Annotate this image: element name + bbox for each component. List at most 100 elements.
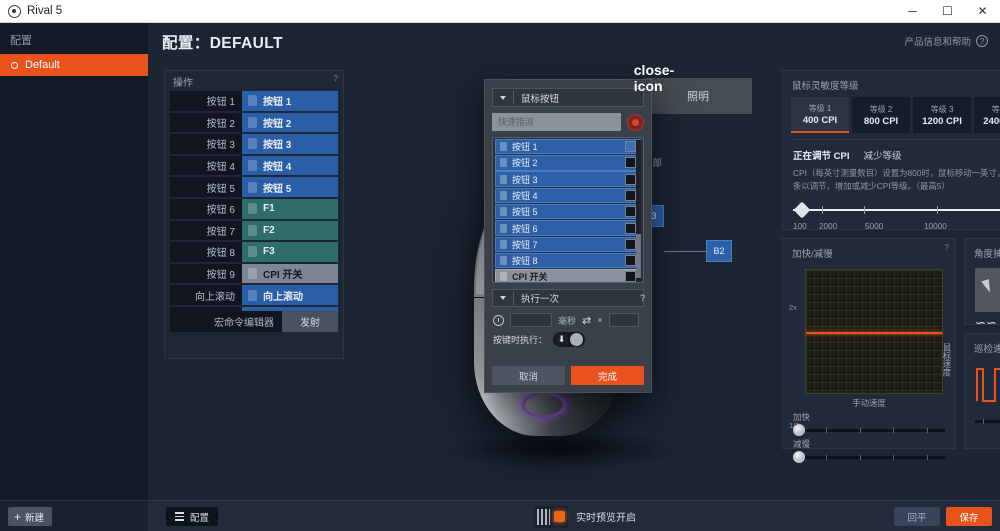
- search-input[interactable]: [492, 113, 621, 131]
- help-badge-icon[interactable]: ?: [334, 74, 338, 83]
- table-row[interactable]: 按钮 5 按钮 5: [170, 177, 338, 197]
- slider-tick: [859, 455, 861, 460]
- list-item[interactable]: 按钮 1: [495, 138, 641, 155]
- action-binding[interactable]: 按钮 1: [242, 91, 338, 111]
- table-row[interactable]: 按钮 3 按钮 3: [170, 134, 338, 154]
- cpi-tab-3[interactable]: 等级 3 1200 CPI: [913, 97, 972, 133]
- scroll-icon: [248, 289, 257, 301]
- help-badge-icon[interactable]: ?: [640, 293, 645, 303]
- slider-thumb[interactable]: [793, 201, 811, 219]
- action-binding[interactable]: 按钮 3: [242, 134, 338, 154]
- action-binding[interactable]: F3: [242, 242, 338, 262]
- confirm-button[interactable]: 完成: [571, 366, 644, 385]
- action-binding-label: 按钮 4: [263, 162, 292, 174]
- save-button[interactable]: 保存: [946, 507, 992, 526]
- cpi-tab-value: 2400 CPI: [983, 115, 1000, 127]
- list-item[interactable]: 按钮 8: [495, 252, 641, 269]
- record-icon[interactable]: [627, 113, 644, 131]
- action-binding[interactable]: 按钮 4: [242, 155, 338, 176]
- cancel-button[interactable]: 取消: [492, 366, 565, 385]
- checkbox[interactable]: [625, 222, 636, 234]
- action-binding-label: 按钮 2: [263, 118, 292, 130]
- polling-slider[interactable]: [975, 415, 1000, 427]
- checkbox[interactable]: [625, 271, 636, 282]
- mouse-marker-b2[interactable]: B2: [706, 240, 732, 262]
- cpi-slider[interactable]: [793, 201, 1000, 219]
- exec-toggle[interactable]: ⬇: [553, 332, 586, 347]
- mouse-button-icon: [248, 160, 257, 172]
- scrollbar-thumb[interactable]: [636, 234, 641, 278]
- checkbox[interactable]: [625, 157, 636, 169]
- action-binding[interactable]: CPI 开关: [242, 263, 338, 284]
- cpi-tab-4[interactable]: 等级 4 2400 CPI: [974, 97, 1000, 133]
- circle-icon[interactable]: [570, 333, 584, 346]
- table-row[interactable]: 按钮 8 F3: [170, 242, 338, 262]
- checkbox[interactable]: [625, 206, 636, 218]
- action-label: 按钮 6: [170, 198, 242, 219]
- help-badge-icon[interactable]: ?: [945, 243, 949, 252]
- close-button[interactable]: ✕: [965, 0, 1000, 23]
- repeat-mode-dropdown[interactable]: 执行一次 ?: [492, 289, 645, 307]
- checkbox[interactable]: [625, 141, 636, 153]
- timer-field[interactable]: [510, 313, 552, 327]
- list-item[interactable]: 按钮 4: [495, 187, 641, 204]
- category-dropdown[interactable]: 鼠标按钮: [492, 88, 644, 107]
- product-help-link[interactable]: 产品信息和帮助 ?: [904, 34, 988, 48]
- action-binding[interactable]: 向上滚动: [242, 285, 338, 305]
- action-binding[interactable]: 按钮 2: [242, 112, 338, 133]
- config-button[interactable]: 配置: [166, 507, 219, 526]
- table-row[interactable]: 按钮 7 F2: [170, 220, 338, 241]
- action-binding[interactable]: 按钮 5: [242, 177, 338, 197]
- action-binding[interactable]: F2: [242, 220, 338, 241]
- list-item[interactable]: 按钮 3: [495, 171, 641, 187]
- action-binding[interactable]: F1: [242, 198, 338, 219]
- cpi-tab-1[interactable]: 等级 1 400 CPI: [791, 97, 850, 133]
- checkbox[interactable]: [625, 173, 636, 185]
- slider-tick: [937, 206, 939, 215]
- table-row[interactable]: 按钮 1 按钮 1: [170, 91, 338, 111]
- cpi-reduce-label[interactable]: 减少等级: [863, 148, 901, 162]
- list-item[interactable]: 按钮 6: [495, 220, 641, 236]
- list-item[interactable]: 按钮 7: [495, 236, 641, 253]
- arrow-down-icon[interactable]: ⬇: [555, 333, 569, 346]
- accelerate-slider[interactable]: [793, 424, 945, 436]
- list-item[interactable]: CPI 开关: [495, 269, 641, 282]
- close-icon[interactable]: close-icon: [634, 62, 674, 94]
- loop-count-field[interactable]: [608, 313, 639, 327]
- live-preview-control[interactable]: 实时预览开启: [534, 505, 636, 528]
- sidebar-item-default[interactable]: Default: [0, 54, 148, 76]
- cpi-tab-2[interactable]: 等级 2 800 CPI: [852, 97, 911, 133]
- table-row[interactable]: 按钮 2 按钮 2: [170, 112, 338, 133]
- table-row[interactable]: 按钮 6 F1: [170, 198, 338, 219]
- revert-button[interactable]: 回平: [894, 507, 940, 526]
- slider-thumb[interactable]: [793, 424, 805, 436]
- decelerate-slider[interactable]: [793, 451, 945, 463]
- macro-editor-label[interactable]: 宏命令编辑器: [214, 314, 282, 329]
- binding-options-list[interactable]: 按钮 1 按钮 2 按钮 3 按钮 4 按钮 5 按钮 6 按钮 7 按钮 8 …: [492, 137, 644, 283]
- cursor-icon: [981, 279, 993, 294]
- action-binding-label: 按钮 5: [263, 183, 292, 195]
- checkbox[interactable]: [625, 255, 636, 267]
- table-row[interactable]: 按钮 4 按钮 4: [170, 155, 338, 176]
- new-profile-button[interactable]: + 新建: [8, 507, 53, 526]
- acceleration-card: ? 加快/减慢 2x 1/2 鼠标速度 手动速度 加快: [782, 238, 956, 463]
- fire-button[interactable]: 发射: [282, 311, 338, 332]
- sidebar-title: 配置: [10, 35, 32, 47]
- title-bar: Rival 5 ─ ☐ ✕: [0, 0, 1000, 23]
- table-row[interactable]: 向上滚动 向上滚动: [170, 285, 338, 305]
- checkbox[interactable]: [625, 189, 636, 201]
- list-item[interactable]: 按钮 2: [495, 155, 641, 171]
- repeat-mode-label: 执行一次: [521, 294, 560, 305]
- checkbox[interactable]: [625, 238, 636, 250]
- content-area: 配置：DEFAULT 产品信息和帮助 ? 操作 ? 按钮 1 按钮 1 按钮 2…: [148, 23, 1000, 500]
- slider-track: [793, 209, 1000, 212]
- minimize-button[interactable]: ─: [895, 0, 930, 23]
- keyboard-key-icon: [248, 224, 257, 236]
- slider-thumb[interactable]: [793, 451, 805, 463]
- lower-settings-row: ? 加快/减慢 2x 1/2 鼠标速度 手动速度 加快: [782, 238, 1000, 463]
- list-item[interactable]: 按钮 5: [495, 203, 641, 220]
- table-row[interactable]: 按钮 9 CPI 开关: [170, 263, 338, 284]
- preview-toggle-icon[interactable]: [534, 505, 568, 528]
- acceleration-chart: [805, 269, 943, 394]
- maximize-button[interactable]: ☐: [930, 0, 965, 23]
